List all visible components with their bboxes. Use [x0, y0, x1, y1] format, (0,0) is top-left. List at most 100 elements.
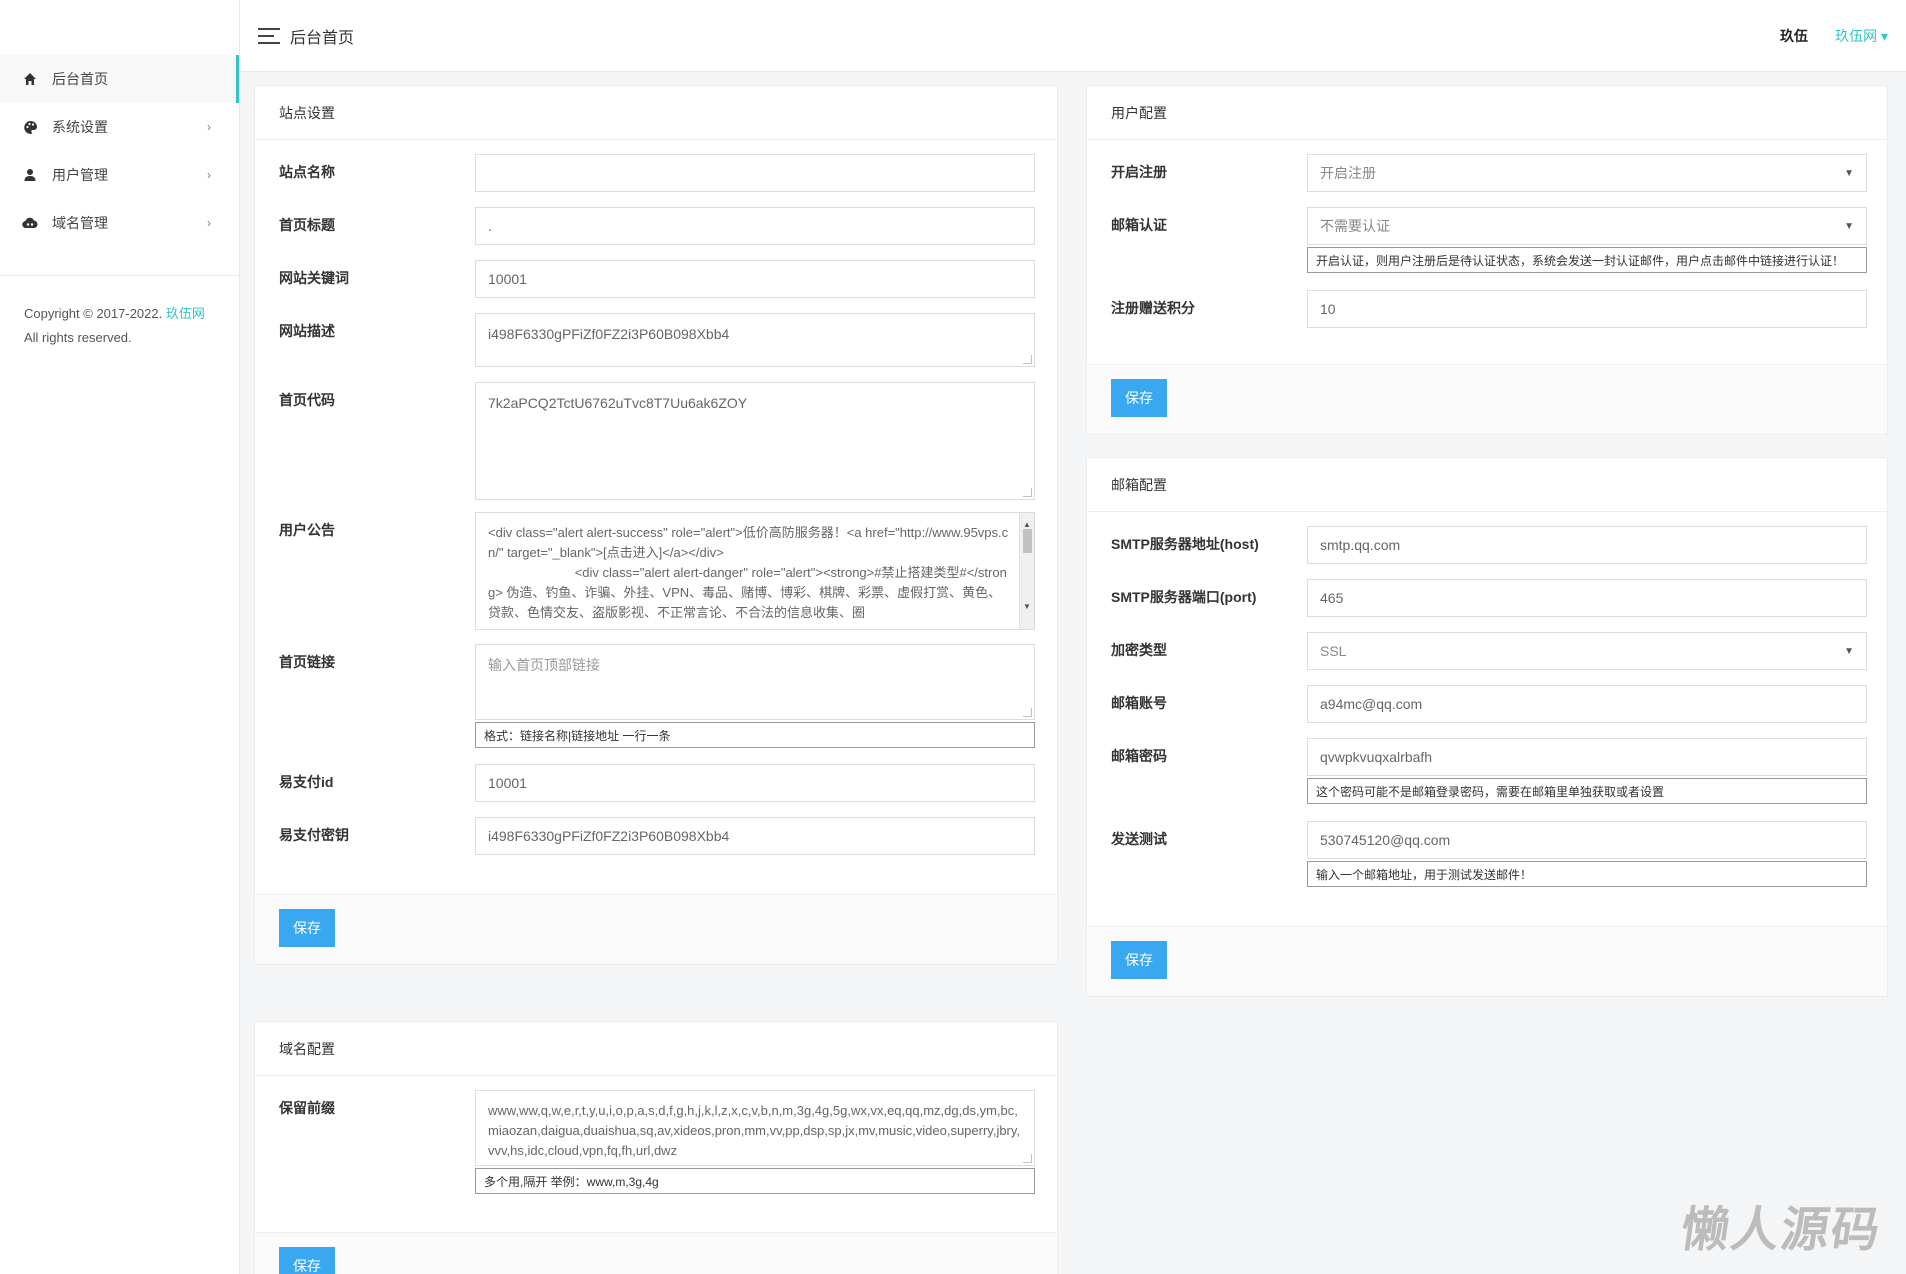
textarea-placeholder: 输入首页顶部链接: [488, 657, 600, 673]
page-title: 后台首页: [290, 30, 355, 47]
field-label: 网站描述: [279, 323, 335, 339]
menu-toggle-icon[interactable]: [258, 28, 280, 44]
mail-config-card: 邮箱配置 SMTP服务器地址(host) smtp.qq.com SMTP服务器…: [1086, 457, 1888, 997]
card-title: 邮箱配置: [1087, 458, 1887, 512]
email-verify-select[interactable]: 不需要认证 ▼: [1307, 207, 1867, 245]
sidebar-item-user-management[interactable]: 用户管理 ›: [0, 151, 239, 199]
chevron-down-icon: ▼: [1844, 220, 1854, 232]
user-name[interactable]: 玖伍: [1780, 26, 1808, 46]
register-select[interactable]: 开启注册 ▼: [1307, 154, 1867, 192]
card-title: 用户配置: [1087, 86, 1887, 140]
site-dropdown[interactable]: 玖伍网 ▾: [1835, 26, 1888, 46]
sidebar-item-label: 系统设置: [52, 119, 108, 135]
resize-handle-icon[interactable]: [1023, 355, 1032, 364]
help-text: 这个密码可能不是邮箱登录密码，需要在邮箱里单独获取或者设置: [1307, 778, 1867, 804]
field-label: 邮箱密码: [1111, 748, 1167, 764]
description-textarea[interactable]: i498F6330gPFiZf0FZ2i3P60B098Xbb4: [475, 313, 1035, 367]
epay-key-input[interactable]: i498F6330gPFiZf0FZ2i3P60B098Xbb4: [475, 817, 1035, 855]
scroll-down-icon[interactable]: ▼: [1023, 597, 1031, 617]
smtp-host-input[interactable]: smtp.qq.com: [1307, 526, 1867, 564]
epay-id-input[interactable]: 10001: [475, 764, 1035, 802]
textarea-value: <div class="alert alert-success" role="a…: [488, 525, 1009, 620]
card-footer: 保存: [255, 894, 1057, 964]
copyright-rights: All rights reserved.: [24, 330, 132, 345]
save-button[interactable]: 保存: [279, 1247, 335, 1274]
field-label: 首页代码: [279, 392, 335, 408]
field-label: 易支付id: [279, 774, 334, 790]
cloud-icon: [22, 215, 38, 231]
card-title: 站点设置: [255, 86, 1057, 140]
mail-password-input[interactable]: qvwpkvuqxalrbafh: [1307, 738, 1867, 776]
user-icon: [22, 167, 38, 183]
copyright-text: Copyright © 2017-2022.: [24, 306, 163, 321]
help-text: 格式：链接名称|链接地址 一行一条: [475, 722, 1035, 748]
resize-handle-icon[interactable]: [1023, 708, 1032, 717]
reserved-prefix-textarea[interactable]: www,ww,q,w,e,r,t,y,u,i,o,p,a,s,d,f,g,h,j…: [475, 1090, 1035, 1166]
field-label: 易支付密钥: [279, 827, 349, 843]
sidebar-nav: 后台首页 系统设置 › 用户管理 › 域名管理 ›: [0, 55, 239, 247]
card-title: 域名配置: [255, 1022, 1057, 1076]
field-label: 发送测试: [1111, 831, 1167, 847]
site-name-input[interactable]: [475, 154, 1035, 192]
textarea-scrollbar[interactable]: ▲ ▼: [1019, 513, 1034, 629]
chevron-right-icon: ›: [207, 216, 211, 230]
field-label: 保留前缀: [279, 1100, 335, 1116]
field-label: 首页标题: [279, 217, 335, 233]
save-button[interactable]: 保存: [1111, 941, 1167, 979]
copyright: Copyright © 2017-2022. 玖伍网 All rights re…: [0, 276, 239, 350]
home-icon: [22, 71, 38, 87]
register-bonus-input[interactable]: 10: [1307, 290, 1867, 328]
site-settings-card: 站点设置 站点名称 首页标题 . 网站关键词 10001 网站描述 i498F6…: [254, 85, 1058, 965]
chevron-right-icon: ›: [207, 168, 211, 182]
keywords-input[interactable]: 10001: [475, 260, 1035, 298]
save-button[interactable]: 保存: [279, 909, 335, 947]
chevron-down-icon: ▼: [1844, 167, 1854, 179]
textarea-value: i498F6330gPFiZf0FZ2i3P60B098Xbb4: [488, 326, 730, 342]
home-code-textarea[interactable]: 7k2aPCQ2TctU6762uTvc8T7Uu6ak6ZOY: [475, 382, 1035, 500]
chevron-down-icon: ▼: [1844, 645, 1854, 657]
watermark-logo: 懒人源码: [1677, 1202, 1886, 1258]
field-label: 邮箱账号: [1111, 695, 1167, 711]
encryption-select[interactable]: SSL ▼: [1307, 632, 1867, 670]
send-test-input[interactable]: 530745120@qq.com: [1307, 821, 1867, 859]
notice-textarea[interactable]: <div class="alert alert-success" role="a…: [475, 512, 1035, 630]
field-label: 站点名称: [279, 164, 335, 180]
field-label: 邮箱认证: [1111, 217, 1167, 233]
help-text: 多个用,隔开 举例：www,m,3g,4g: [475, 1168, 1035, 1194]
user-config-card: 用户配置 开启注册 开启注册 ▼ 邮箱认证 不需要认证 ▼ 开启认证，则用户注册…: [1086, 85, 1888, 435]
scroll-thumb[interactable]: [1023, 529, 1032, 553]
palette-icon: [22, 119, 38, 135]
field-label: 用户公告: [279, 522, 335, 538]
copyright-brand-link[interactable]: 玖伍网: [166, 306, 205, 321]
textarea-value: 7k2aPCQ2TctU6762uTvc8T7Uu6ak6ZOY: [488, 395, 748, 411]
sidebar-item-domain-management[interactable]: 域名管理 ›: [0, 199, 239, 247]
save-button[interactable]: 保存: [1111, 379, 1167, 417]
select-value: 开启注册: [1320, 165, 1376, 181]
card-footer: 保存: [1087, 364, 1887, 434]
sidebar-item-label: 后台首页: [52, 71, 108, 87]
mail-account-input[interactable]: a94mc@qq.com: [1307, 685, 1867, 723]
sidebar-item-dashboard[interactable]: 后台首页: [0, 55, 239, 103]
field-label: 网站关键词: [279, 270, 349, 286]
field-label: 加密类型: [1111, 642, 1167, 658]
field-label: 开启注册: [1111, 164, 1167, 180]
field-label: 首页链接: [279, 654, 335, 670]
home-title-input[interactable]: .: [475, 207, 1035, 245]
textarea-value: www,ww,q,w,e,r,t,y,u,i,o,p,a,s,d,f,g,h,j…: [488, 1103, 1021, 1158]
card-footer: 保存: [255, 1232, 1057, 1274]
sidebar-item-label: 域名管理: [52, 215, 108, 231]
smtp-port-input[interactable]: 465: [1307, 579, 1867, 617]
domain-config-card: 域名配置 保留前缀 www,ww,q,w,e,r,t,y,u,i,o,p,a,s…: [254, 1021, 1058, 1274]
sidebar: 后台首页 系统设置 › 用户管理 › 域名管理 › Copyright © 20…: [0, 0, 240, 1274]
select-value: SSL: [1320, 643, 1347, 659]
resize-handle-icon[interactable]: [1023, 488, 1032, 497]
select-value: 不需要认证: [1320, 218, 1390, 234]
sidebar-item-system-settings[interactable]: 系统设置 ›: [0, 103, 239, 151]
resize-handle-icon[interactable]: [1023, 1154, 1032, 1163]
chevron-right-icon: ›: [207, 120, 211, 134]
card-footer: 保存: [1087, 926, 1887, 996]
sidebar-item-label: 用户管理: [52, 167, 108, 183]
field-label: 注册赠送积分: [1111, 300, 1195, 316]
home-links-textarea[interactable]: 输入首页顶部链接: [475, 644, 1035, 720]
topbar: 后台首页 玖伍 玖伍网 ▾: [240, 0, 1906, 72]
